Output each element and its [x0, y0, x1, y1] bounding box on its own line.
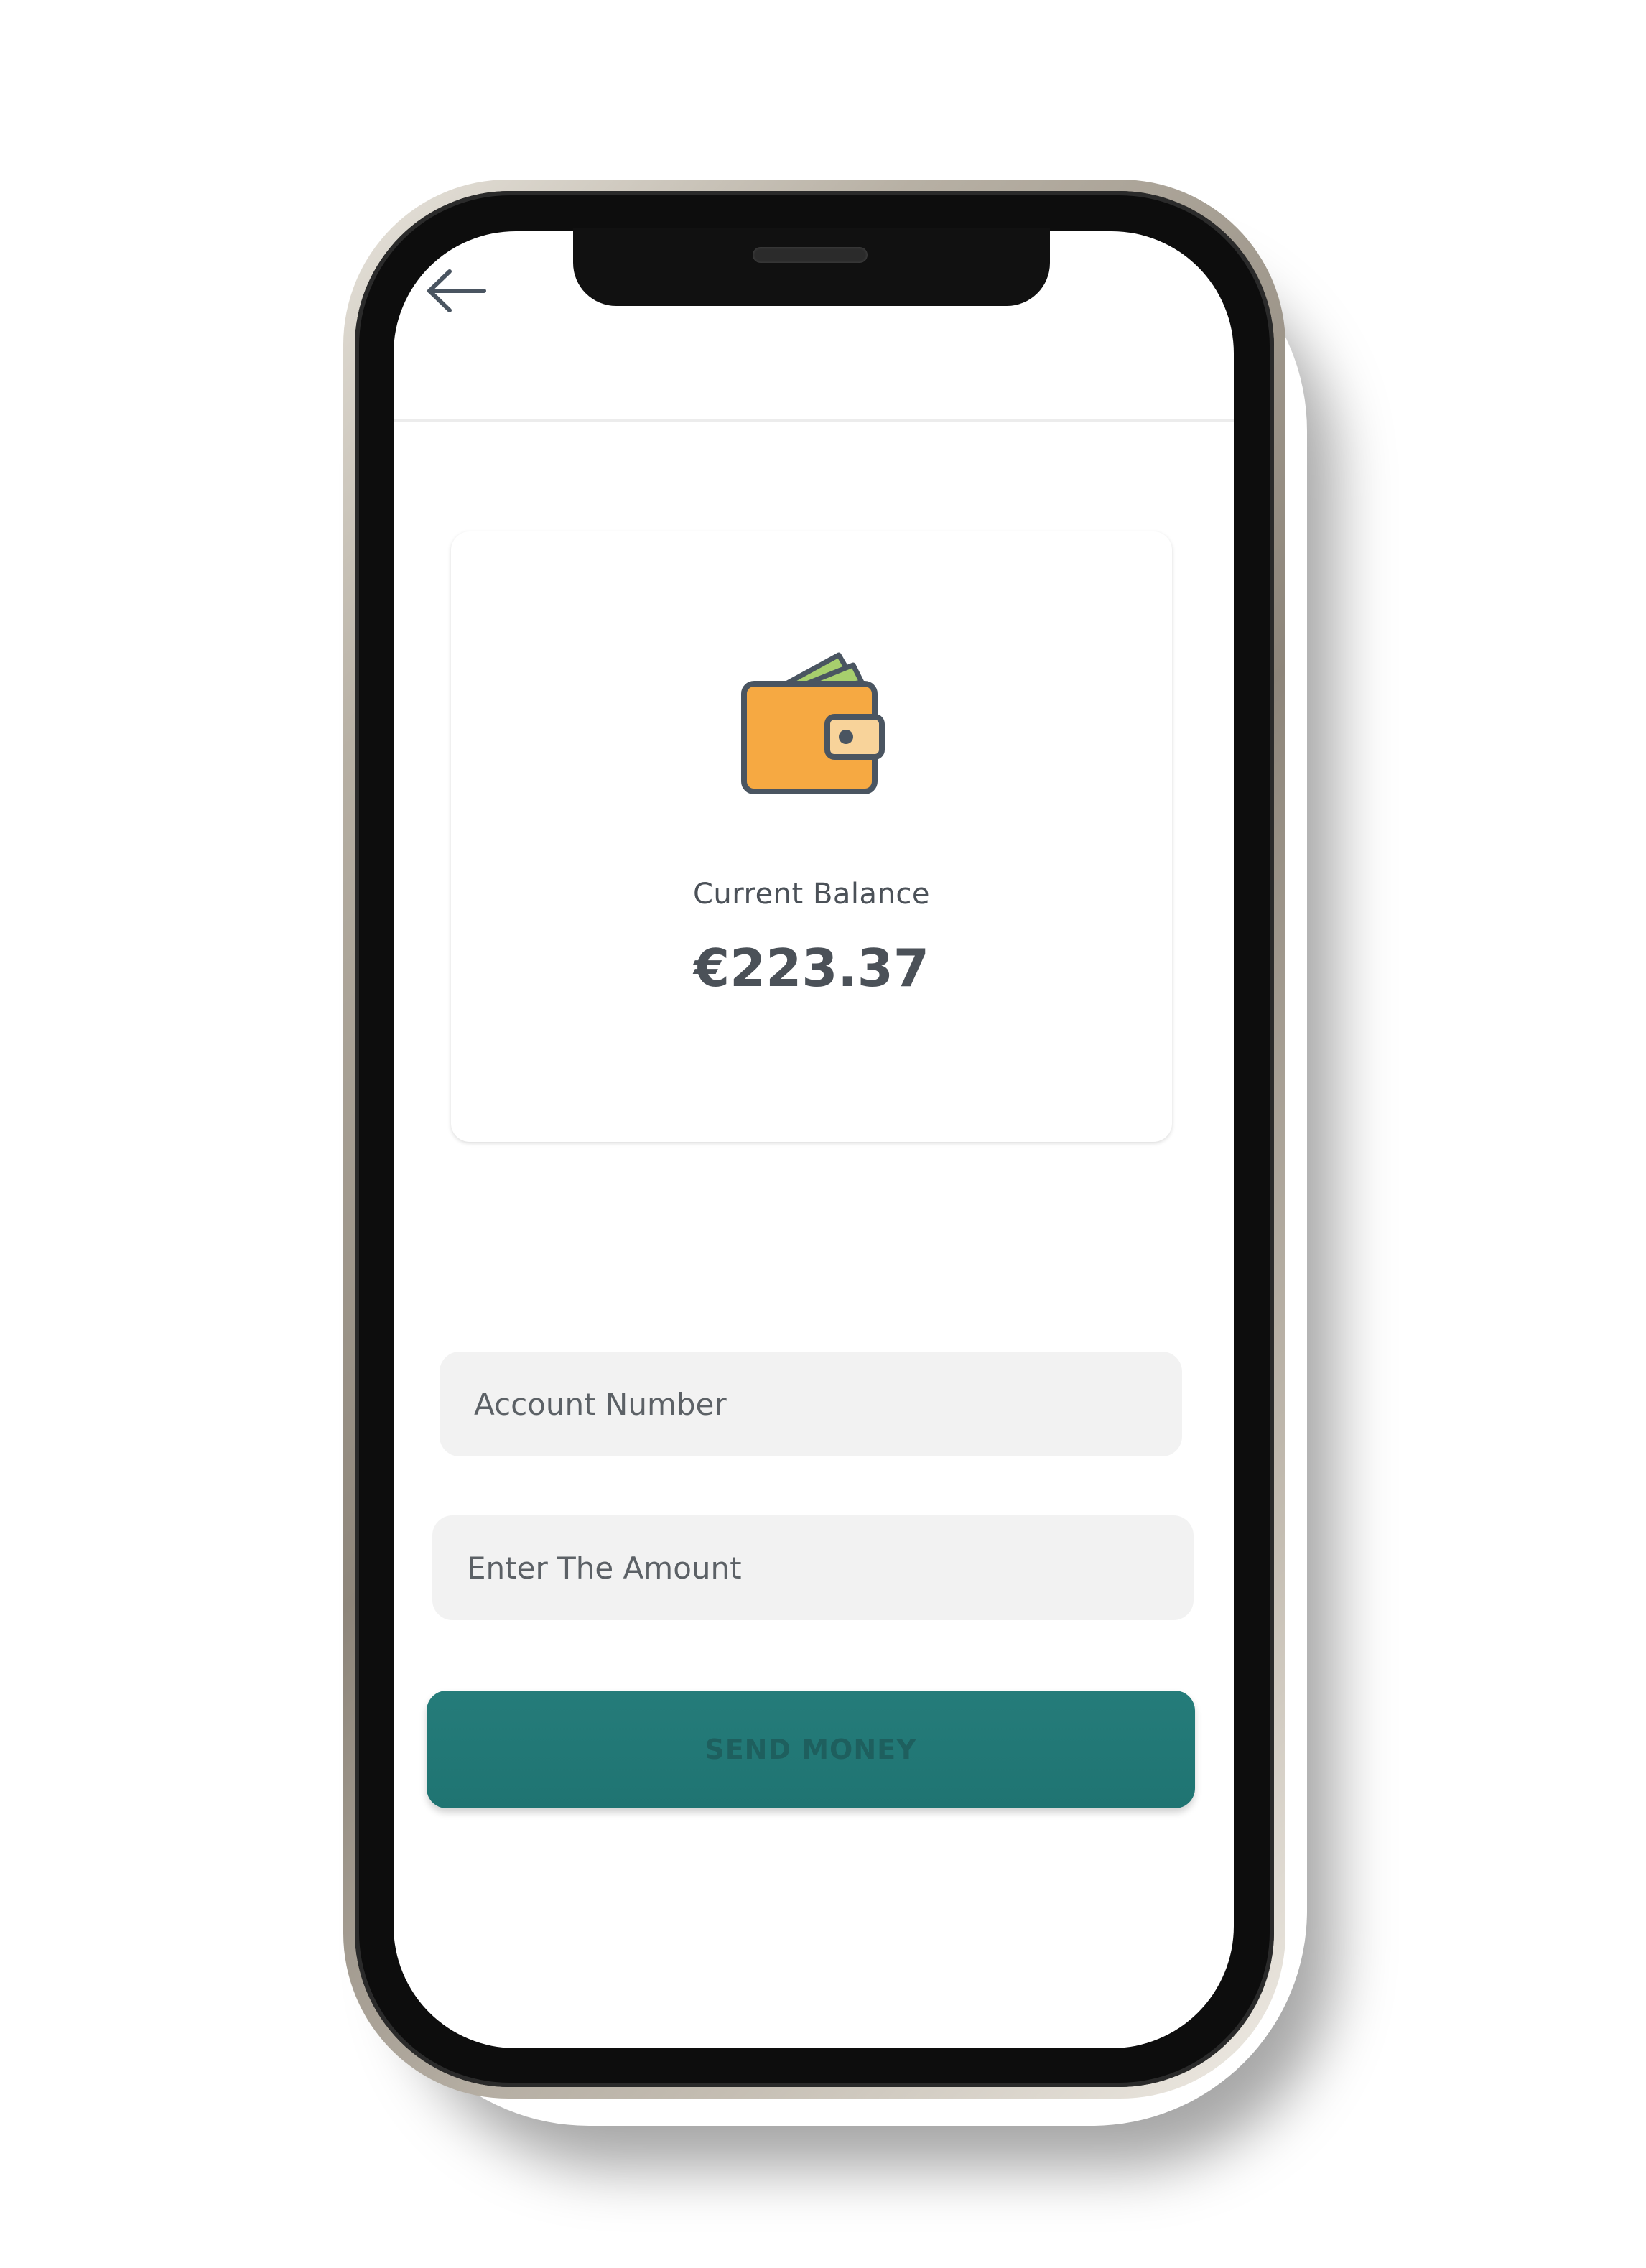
- balance-amount: €223.37: [694, 938, 929, 998]
- wallet-icon: [738, 646, 889, 797]
- account-number-input[interactable]: [440, 1352, 1182, 1456]
- stage: Current Balance €223.37 SEND MONEY: [0, 0, 1646, 2268]
- back-button[interactable]: [424, 266, 488, 316]
- send-money-button[interactable]: SEND MONEY: [427, 1691, 1195, 1808]
- phone-speaker: [753, 247, 868, 263]
- arrow-left-icon: [427, 269, 486, 312]
- amount-input[interactable]: [432, 1515, 1194, 1620]
- header-divider: [394, 419, 1234, 422]
- balance-card: [451, 531, 1172, 1142]
- balance-label: Current Balance: [693, 878, 930, 911]
- phone-notch: [573, 228, 1050, 306]
